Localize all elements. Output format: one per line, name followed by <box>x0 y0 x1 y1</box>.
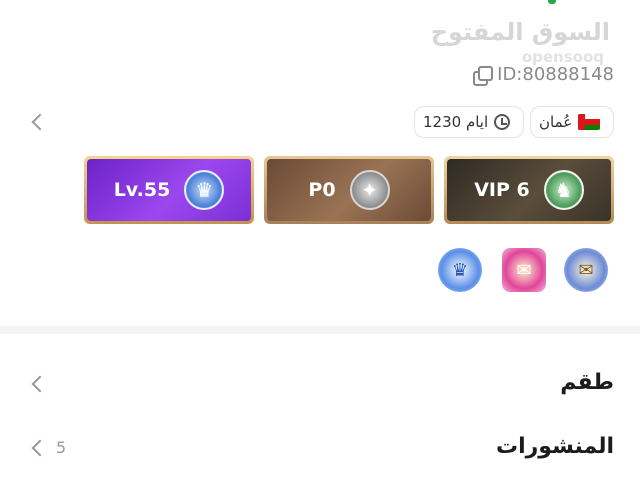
country-chip: عُمان <box>530 106 614 138</box>
profile-page: السوق المفتوح opensooq ID:80888148 عُمان… <box>0 0 640 480</box>
copy-icon[interactable] <box>473 65 494 86</box>
watermark-logo: السوق المفتوح opensooq <box>431 18 611 66</box>
points-badge-label: P0 <box>308 179 336 201</box>
user-id-text: ID:80888148 <box>497 64 614 85</box>
crown-wings-icon: ♛ <box>184 170 225 210</box>
membership-days-label: 1230 ايام <box>423 113 489 131</box>
chevron-left-icon[interactable] <box>31 375 49 393</box>
vip-badge[interactable]: VIP 6 ♞ <box>444 156 614 224</box>
level-badge[interactable]: Lv.55 ♛ <box>84 156 254 224</box>
gift-box-icon[interactable]: ✉ <box>502 248 546 292</box>
points-badge[interactable]: P0 ✦ <box>264 156 434 224</box>
country-label: عُمان <box>539 113 573 131</box>
section-label-set[interactable]: طقم <box>560 370 614 395</box>
level-badge-label: Lv.55 <box>113 179 171 201</box>
oman-flag-icon <box>578 114 601 130</box>
membership-days-chip: 1230 ايام <box>414 106 524 138</box>
vip-badge-label: VIP 6 <box>474 179 530 201</box>
clock-icon <box>494 114 511 130</box>
winged-shield-icon: ✦ <box>349 170 390 210</box>
envelope-crest-icon[interactable]: ✉ <box>564 248 608 292</box>
chevron-left-icon[interactable] <box>31 113 49 131</box>
lion-shield-icon: ♞ <box>543 170 584 210</box>
section-label-posts[interactable]: المنشورات <box>496 434 614 459</box>
user-id-row[interactable]: ID:80888148 <box>473 64 614 86</box>
posts-count: 5 <box>56 438 67 457</box>
crowned-medal-icon[interactable]: ♛ <box>438 248 482 292</box>
chevron-left-icon[interactable] <box>31 439 49 457</box>
section-divider <box>0 326 640 334</box>
logo-arabic: السوق المفتوح <box>430 18 611 46</box>
status-dot <box>548 0 556 4</box>
